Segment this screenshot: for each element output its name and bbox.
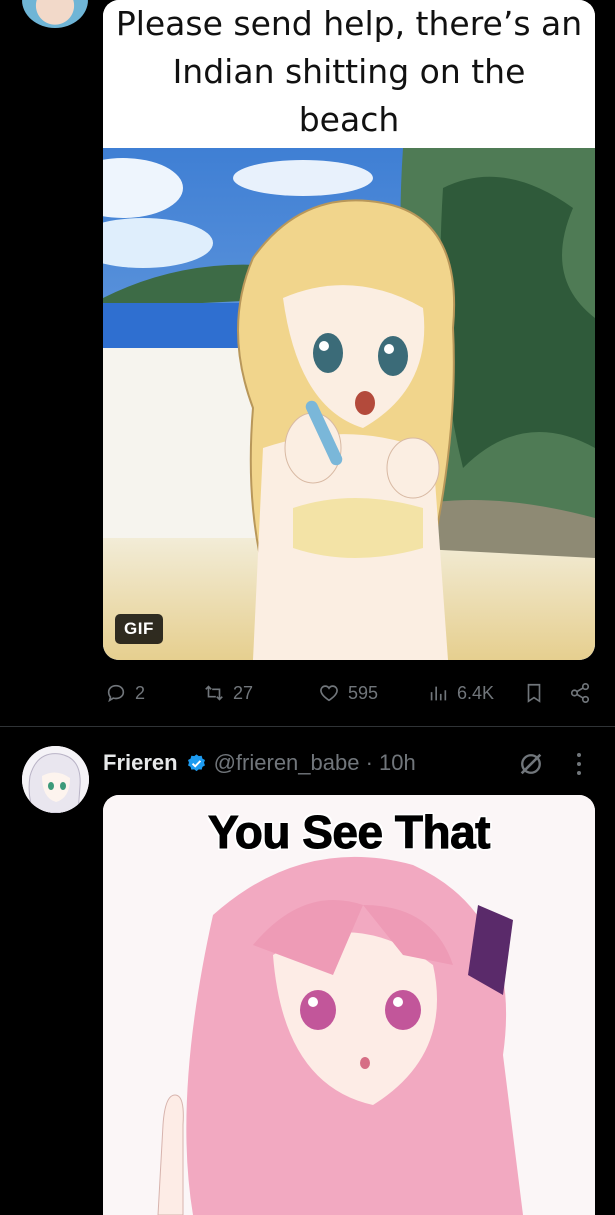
verified-badge-icon: [187, 753, 205, 771]
handle-and-time[interactable]: @frieren_babe · 10h: [214, 750, 416, 776]
grok-icon[interactable]: [517, 750, 545, 778]
like-count: 595: [348, 682, 379, 703]
meme-image-caption: You See That: [208, 806, 491, 859]
avatar[interactable]: [22, 746, 89, 813]
bookmark-icon: [527, 683, 541, 703]
views-count: 6.4K: [457, 682, 495, 703]
post-media-image[interactable]: You See That: [103, 795, 595, 1215]
post-header: Frieren @frieren_babe · 10h: [103, 748, 416, 778]
post-divider: [0, 726, 615, 727]
meme-caption-line: Indian shitting on the: [172, 52, 526, 91]
bookmark-button[interactable]: [523, 678, 545, 708]
meme-caption-line: beach: [298, 100, 400, 139]
post-media-gif[interactable]: Please send help, there’s an Indian shit…: [103, 0, 595, 660]
meme-caption-line: Please send help, there’s an: [115, 4, 583, 43]
views-button[interactable]: 6.4K: [427, 678, 494, 708]
like-icon: [320, 685, 338, 702]
share-icon: [570, 683, 590, 703]
meme-caption: Please send help, there’s an Indian shit…: [103, 0, 595, 148]
like-button[interactable]: 595: [318, 678, 378, 708]
reply-count: 2: [135, 682, 146, 703]
avatar[interactable]: [22, 0, 88, 28]
gif-badge: GIF: [115, 614, 163, 644]
more-icon[interactable]: [570, 751, 588, 777]
display-name[interactable]: Frieren: [103, 750, 178, 776]
repost-count: 27: [233, 682, 254, 703]
post-actions-bar: 2 27 595 6.4K: [105, 678, 600, 708]
reply-icon: [107, 684, 125, 703]
avatar-illustration: [22, 746, 89, 813]
repost-icon: [205, 685, 223, 701]
repost-button[interactable]: 27: [203, 678, 253, 708]
anime-beach-illustration: [103, 148, 595, 660]
share-button[interactable]: [569, 678, 591, 708]
reply-button[interactable]: 2: [105, 678, 145, 708]
views-icon: [430, 686, 447, 701]
